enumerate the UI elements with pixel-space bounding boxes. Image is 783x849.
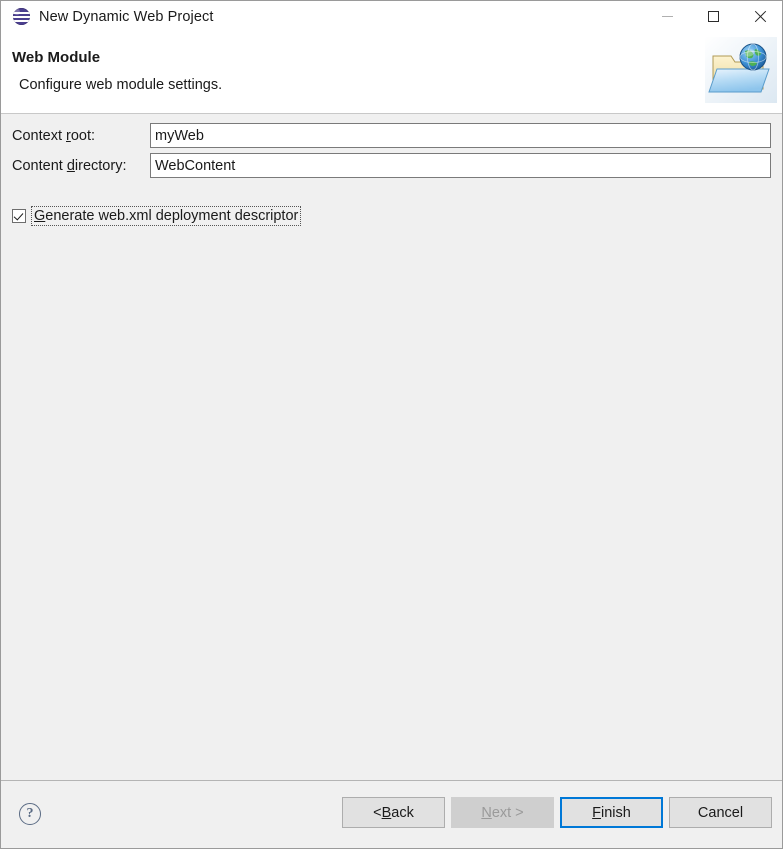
- maximize-button[interactable]: [690, 1, 736, 32]
- button-bar: < Back Next > Finish Cancel: [342, 797, 772, 828]
- minimize-icon: [661, 16, 673, 17]
- close-icon: [753, 10, 766, 23]
- wizard-header: Web Module Configure web module settings…: [1, 32, 782, 114]
- context-root-row: Context root:: [1, 122, 782, 149]
- context-root-input[interactable]: [150, 123, 771, 148]
- page-title: Web Module: [12, 49, 101, 66]
- page-description: Configure web module settings.: [19, 77, 223, 93]
- dialog-window: New Dynamic Web Project Web Module Confi…: [0, 0, 783, 849]
- content-directory-row: Content directory:: [1, 152, 782, 179]
- title-bar: New Dynamic Web Project: [1, 1, 782, 32]
- context-root-label: Context root:: [12, 127, 96, 144]
- dialog-body: Context root: Content directory: Generat…: [1, 114, 782, 780]
- checkbox-box[interactable]: [12, 209, 26, 223]
- help-question-icon[interactable]: ?: [19, 803, 41, 825]
- content-directory-input[interactable]: [150, 153, 771, 178]
- next-button: Next >: [451, 797, 554, 828]
- dialog-footer: ? < Back Next > Finish Cancel: [1, 780, 782, 848]
- finish-button[interactable]: Finish: [560, 797, 663, 828]
- cancel-button[interactable]: Cancel: [669, 797, 772, 828]
- window-controls: [644, 1, 782, 32]
- minimize-button[interactable]: [644, 1, 690, 32]
- close-button[interactable]: [736, 1, 782, 32]
- back-button[interactable]: < Back: [342, 797, 445, 828]
- window-title: New Dynamic Web Project: [39, 8, 214, 25]
- eclipse-icon: [13, 8, 30, 25]
- maximize-icon: [707, 11, 719, 22]
- generate-web-xml-label[interactable]: Generate web.xml deployment descriptor: [31, 206, 302, 226]
- content-directory-label: Content directory:: [12, 157, 127, 174]
- generate-web-xml-checkbox[interactable]: Generate web.xml deployment descriptor: [12, 206, 302, 226]
- web-project-folder-globe-icon: [705, 37, 777, 103]
